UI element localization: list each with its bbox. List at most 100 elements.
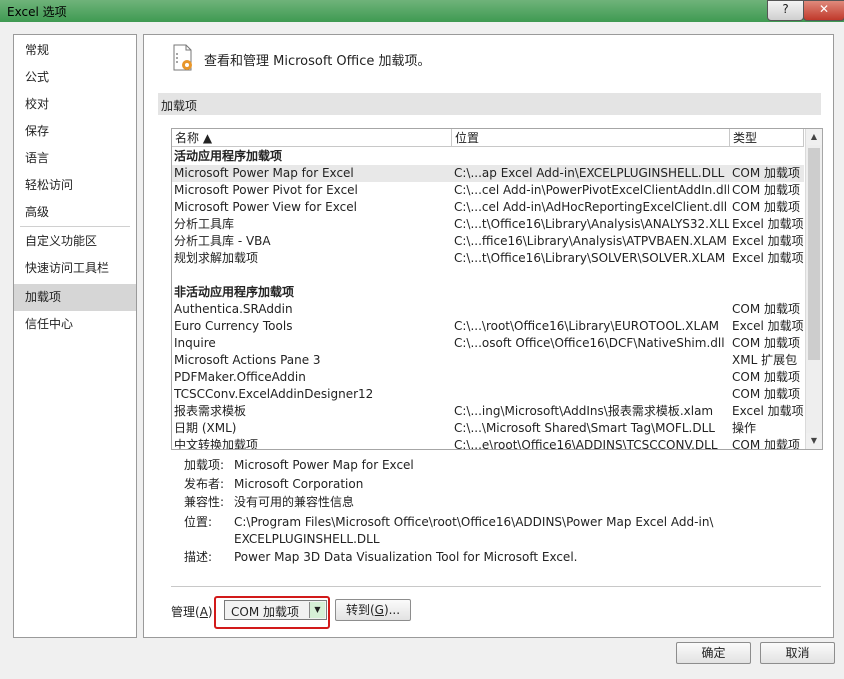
divider bbox=[171, 586, 821, 587]
detail-location-label: 位置: bbox=[184, 515, 213, 529]
cell-type: Excel 加载项 bbox=[732, 217, 804, 231]
list-item[interactable]: 分析工具库 - VBA C:\...ffice16\Library\Analysi… bbox=[172, 233, 804, 250]
nav-item[interactable]: 轻松访问 bbox=[14, 172, 136, 199]
close-button[interactable]: ✕ bbox=[803, 0, 844, 21]
list-scrollbar[interactable]: ▲ ▼ bbox=[805, 129, 822, 449]
scroll-down-icon[interactable]: ▼ bbox=[806, 433, 822, 449]
cell-type: Excel 加载项 bbox=[732, 404, 804, 418]
close-icon: ✕ bbox=[818, 2, 830, 16]
panel-heading: 查看和管理 Microsoft Office 加载项。 bbox=[204, 54, 431, 69]
cell-location: C:\...t\Office16\Library\Analysis\ANALYS… bbox=[454, 217, 729, 231]
cell-type: Excel 加载项 bbox=[732, 251, 804, 265]
detail-compat-label: 兼容性: bbox=[184, 495, 225, 509]
list-item[interactable]: Microsoft Power Map for Excel C:\...ap Ex… bbox=[172, 165, 804, 182]
cell-type: COM 加载项 bbox=[732, 387, 800, 401]
section-header: 加载项 bbox=[158, 93, 821, 115]
group-header: 活动应用程序加载项 bbox=[172, 148, 804, 165]
detail-addin-value: Microsoft Power Map for Excel bbox=[234, 458, 414, 472]
addins-list[interactable]: 名称 ▲ 位置 类型 活动应用程序加载项 Microsoft Power Map … bbox=[171, 128, 823, 450]
detail-location-value-2: EXCELPLUGINSHELL.DLL bbox=[234, 532, 380, 546]
cell-name: 报表需求模板 bbox=[174, 404, 247, 418]
column-header-location[interactable]: 位置 bbox=[452, 129, 730, 147]
nav-item[interactable]: 常规 bbox=[14, 37, 136, 64]
goto-button[interactable]: 转到(G)... bbox=[335, 599, 411, 621]
ok-button[interactable]: 确定 bbox=[676, 642, 751, 664]
cell-name: 规划求解加载项 bbox=[174, 251, 259, 265]
list-item[interactable]: TCSCConv.ExcelAddinDesigner12 COM 加载项 bbox=[172, 386, 804, 403]
nav-item[interactable]: 高级 bbox=[14, 199, 136, 226]
list-item[interactable]: Euro Currency Tools C:\...\root\Office16\… bbox=[172, 318, 804, 335]
nav-item[interactable]: 加载项 bbox=[14, 284, 136, 311]
manage-dropdown-value: COM 加载项 bbox=[231, 605, 299, 619]
detail-desc-value: Power Map 3D Data Visualization Tool for… bbox=[234, 550, 578, 564]
cell-name: Microsoft Actions Pane 3 bbox=[174, 353, 321, 367]
chevron-down-icon[interactable]: ▼ bbox=[309, 602, 325, 618]
nav-item[interactable]: 语言 bbox=[14, 145, 136, 172]
cell-type: COM 加载项 bbox=[732, 166, 800, 180]
help-button[interactable]: ? bbox=[767, 0, 804, 21]
cell-name: 分析工具库 - VBA bbox=[174, 234, 271, 248]
addins-panel: 查看和管理 Microsoft Office 加载项。 加载项 名称 ▲ 位置 … bbox=[143, 34, 834, 638]
cell-type: COM 加载项 bbox=[732, 302, 800, 316]
group-header: 非活动应用程序加载项 bbox=[172, 284, 804, 301]
list-item[interactable]: 规划求解加载项 C:\...t\Office16\Library\SOLVER\S… bbox=[172, 250, 804, 267]
nav-item[interactable]: 信任中心 bbox=[14, 311, 136, 338]
list-item[interactable]: PDFMaker.OfficeAddin COM 加载项 bbox=[172, 369, 804, 386]
detail-addin-label: 加载项: bbox=[184, 458, 225, 472]
cell-type: Excel 加载项 bbox=[732, 234, 804, 248]
nav-item[interactable]: 自定义功能区 bbox=[14, 228, 136, 255]
window-title: Excel 选项 bbox=[7, 5, 67, 19]
nav-item[interactable]: 快速访问工具栏 bbox=[14, 255, 136, 282]
list-item[interactable]: Microsoft Power View for Excel C:\...cel … bbox=[172, 199, 804, 216]
column-location-label: 位置 bbox=[455, 131, 480, 145]
cell-name: Authentica.SRAddin bbox=[174, 302, 293, 316]
cell-location: C:\...e\root\Office16\ADDINS\TCSCCONV.DL… bbox=[454, 438, 718, 450]
cell-name: Euro Currency Tools bbox=[174, 319, 293, 333]
detail-publisher-value: Microsoft Corporation bbox=[234, 477, 364, 491]
cell-type: XML 扩展包 bbox=[732, 353, 798, 367]
scroll-thumb[interactable] bbox=[808, 148, 820, 360]
column-name-label: 名称 ▲ bbox=[175, 131, 213, 145]
nav-item[interactable]: 公式 bbox=[14, 64, 136, 91]
nav-separator bbox=[20, 226, 130, 227]
cell-type: 操作 bbox=[732, 421, 757, 435]
cell-location: C:\...cel Add-in\AdHocReportingExcelClie… bbox=[454, 200, 728, 214]
cell-name: 中文转换加载项 bbox=[174, 438, 259, 450]
group-label: 活动应用程序加载项 bbox=[174, 149, 283, 163]
cell-location: C:\...ing\Microsoft\AddIns\报表需求模板.xlam bbox=[454, 404, 714, 418]
cell-name: PDFMaker.OfficeAddin bbox=[174, 370, 306, 384]
nav-item[interactable]: 校对 bbox=[14, 91, 136, 118]
cell-location: C:\...\root\Office16\Library\EUROTOOL.XL… bbox=[454, 319, 720, 333]
cell-name: 日期 (XML) bbox=[174, 421, 237, 435]
cell-type: COM 加载项 bbox=[732, 200, 800, 214]
list-item[interactable]: Microsoft Actions Pane 3 XML 扩展包 bbox=[172, 352, 804, 369]
manage-dropdown[interactable]: COM 加载项 ▼ bbox=[224, 600, 327, 620]
list-item[interactable]: 中文转换加载项 C:\...e\root\Office16\ADDINS\TCSC… bbox=[172, 437, 804, 450]
column-type-label: 类型 bbox=[733, 131, 758, 145]
help-icon: ? bbox=[782, 2, 789, 16]
cell-location: C:\...\Microsoft Shared\Smart Tag\MOFL.D… bbox=[454, 421, 715, 435]
detail-location-value-1: C:\Program Files\Microsoft Office\root\O… bbox=[234, 515, 714, 529]
addin-settings-icon bbox=[173, 44, 192, 71]
list-item[interactable]: Authentica.SRAddin COM 加载项 bbox=[172, 301, 804, 318]
column-header-type[interactable]: 类型 bbox=[730, 129, 804, 147]
column-header-name[interactable]: 名称 ▲ bbox=[172, 129, 452, 147]
cell-type: COM 加载项 bbox=[732, 438, 800, 450]
cancel-button[interactable]: 取消 bbox=[760, 642, 835, 664]
options-nav: 常规 公式 校对 保存 语言 轻松访问 高级 自定义功能区 快速访问工具栏 加载项 信任中心 bbox=[13, 34, 137, 638]
section-title: 加载项 bbox=[161, 99, 198, 113]
cell-location: C:\...cel Add-in\PowerPivotExcelClientAd… bbox=[454, 183, 729, 197]
scroll-up-icon[interactable]: ▲ bbox=[806, 129, 822, 145]
list-item[interactable]: 报表需求模板 C:\...ing\Microsoft\AddIns\报表需求模板.… bbox=[172, 403, 804, 420]
cell-location: C:\...t\Office16\Library\SOLVER\SOLVER.X… bbox=[454, 251, 726, 265]
cell-name: Microsoft Power View for Excel bbox=[174, 200, 357, 214]
detail-compat-value: 没有可用的兼容性信息 bbox=[234, 495, 355, 509]
cell-name: Microsoft Power Map for Excel bbox=[174, 166, 354, 180]
list-item[interactable]: Microsoft Power Pivot for Excel C:\...cel… bbox=[172, 182, 804, 199]
list-item[interactable]: 日期 (XML) C:\...\Microsoft Shared\Smart Ta… bbox=[172, 420, 804, 437]
list-item[interactable]: Inquire C:\...osoft Office\Office16\DCF\N… bbox=[172, 335, 804, 352]
detail-desc-label: 描述: bbox=[184, 550, 213, 564]
list-item[interactable]: 分析工具库 C:\...t\Office16\Library\Analysis\A… bbox=[172, 216, 804, 233]
nav-item[interactable]: 保存 bbox=[14, 118, 136, 145]
cell-type: COM 加载项 bbox=[732, 370, 800, 384]
